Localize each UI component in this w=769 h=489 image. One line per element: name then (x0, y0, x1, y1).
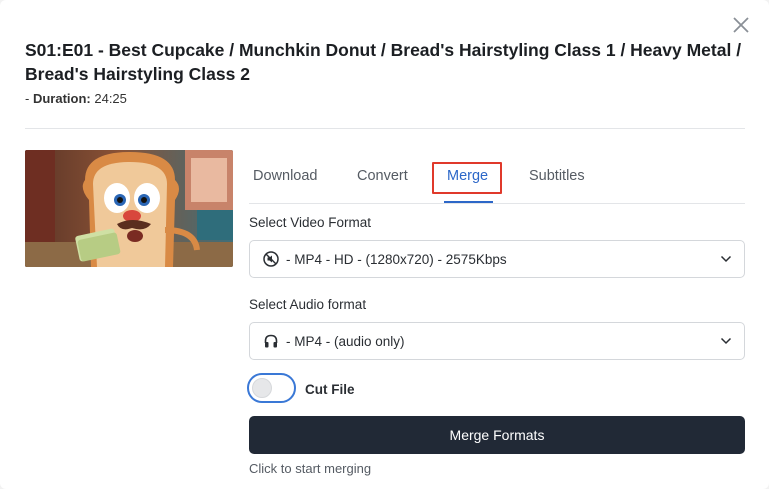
toggle-knob (252, 378, 272, 398)
duration-label: Duration: (32, 91, 91, 106)
divider (25, 128, 745, 129)
muted-speaker-icon (263, 251, 279, 267)
cut-file-label: Cut File (305, 382, 355, 397)
merge-tab-highlight (432, 162, 502, 194)
download-dialog: S01:E01 - Best Cupcake / Munchkin Donut … (0, 0, 769, 489)
audio-format-label: Select Audio format (249, 297, 367, 312)
video-format-select[interactable]: - MP4 - HD - (1280x720) - 2575Kbps (249, 240, 745, 278)
cut-file-toggle[interactable] (247, 373, 296, 403)
video-format-value: - MP4 - HD - (1280x720) - 2575Kbps (286, 252, 507, 267)
merge-hint: Click to start merging (249, 461, 372, 476)
audio-format-value: - MP4 - (audio only) (286, 334, 405, 349)
tab-download[interactable]: Download (253, 168, 318, 184)
audio-format-select[interactable]: - MP4 - (audio only) (249, 322, 745, 360)
active-tab-underline (444, 201, 493, 203)
format-tabs: Download Convert Merge Subtitles (249, 150, 745, 204)
headphones-icon (264, 334, 278, 348)
chevron-down-icon (720, 255, 732, 263)
duration-prefix: - (25, 91, 33, 106)
episode-title: S01:E01 - Best Cupcake / Munchkin Donut … (25, 40, 742, 84)
video-format-label: Select Video Format (249, 215, 372, 230)
tab-subtitles[interactable]: Subtitles (529, 168, 585, 184)
merge-formats-button[interactable]: Merge Formats (249, 416, 745, 454)
duration-value: 24:25 (94, 91, 127, 106)
episode-thumbnail (25, 150, 233, 267)
tab-convert[interactable]: Convert (357, 168, 408, 184)
close-icon[interactable] (730, 14, 752, 36)
chevron-down-icon (720, 337, 732, 345)
duration-info: - Duration: 24:25 (25, 91, 127, 106)
